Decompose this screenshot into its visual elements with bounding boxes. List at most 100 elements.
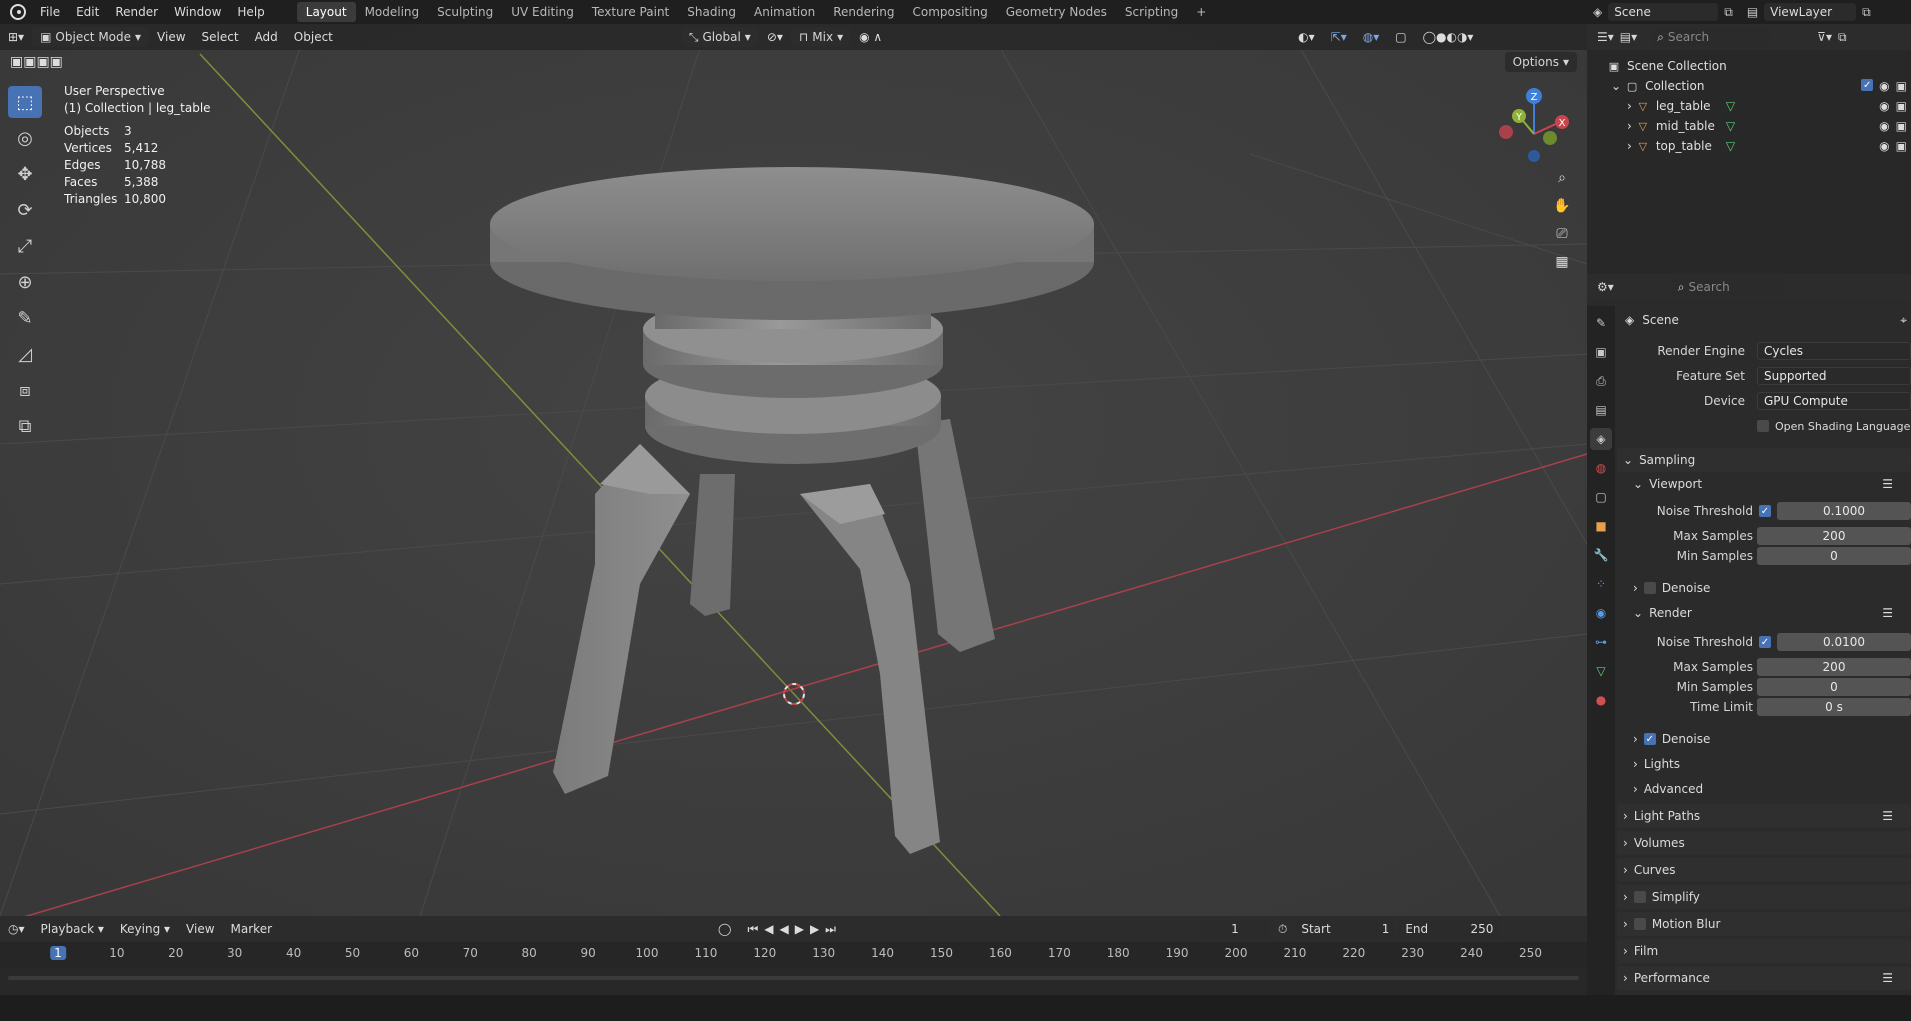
start-frame-field[interactable]: Start 1 <box>1295 920 1396 938</box>
menu-view-timeline[interactable]: View <box>178 922 222 936</box>
r-denoise-checkbox[interactable]: ✓ <box>1643 733 1656 745</box>
eye-icon[interactable]: ◉ <box>1879 79 1889 93</box>
ortho-grid-icon[interactable]: ▦ <box>1548 248 1576 276</box>
feature-set-dropdown[interactable]: Supported <box>1757 367 1911 385</box>
camera-view-icon[interactable]: ⎚ <box>1548 220 1576 248</box>
tab-geometry-nodes[interactable]: Geometry Nodes <box>997 2 1116 22</box>
end-frame-field[interactable]: End 250 <box>1399 920 1500 938</box>
menu-add[interactable]: Add <box>247 30 286 44</box>
viewlayer-selector[interactable]: ViewLayer <box>1764 3 1857 21</box>
editor-type-icon[interactable]: ⊞▾ <box>0 30 32 44</box>
tab-rendering[interactable]: Rendering <box>824 2 903 22</box>
particles-tab-icon[interactable]: ⁘ <box>1590 573 1612 595</box>
view-layer-tab-icon[interactable]: ▤ <box>1590 399 1612 421</box>
timeline-editor-icon[interactable]: ◷▾ <box>0 922 33 936</box>
filter-icon[interactable]: ⊽▾ <box>1817 30 1832 44</box>
list-icon[interactable]: ☰ <box>1882 809 1893 823</box>
advanced-subpanel[interactable]: › Advanced <box>1617 779 1911 799</box>
object-row[interactable]: › ▽ top_table ▽ ◉ ▣ <box>1587 136 1911 156</box>
annotate-icon[interactable]: ✎ <box>8 302 42 334</box>
osl-checkbox[interactable] <box>1757 420 1769 432</box>
tab-shading[interactable]: Shading <box>678 2 745 22</box>
playback-controls[interactable]: ⏮◀◀▶▶⏭ <box>739 922 850 937</box>
collection-row[interactable]: ⌄ ▢ Collection ✓ ◉ ▣ <box>1587 76 1911 96</box>
device-dropdown[interactable]: GPU Compute <box>1757 392 1911 410</box>
3d-viewport[interactable]: Z Y X ⊞▾ ▣ Object Mode ▾ View Select Add O… <box>0 24 1587 916</box>
menu-render[interactable]: Render <box>107 5 166 19</box>
outliner-editor-icon[interactable]: ☰▾ <box>1597 30 1614 44</box>
performance-panel[interactable]: › Performance ☰ <box>1617 966 1911 990</box>
vp-denoise-checkbox[interactable] <box>1643 582 1656 594</box>
time-limit-field[interactable]: 0 s <box>1757 698 1911 716</box>
motion-blur-panel[interactable]: › Motion Blur <box>1617 912 1911 936</box>
scene-selector[interactable]: Scene <box>1608 3 1719 21</box>
tab-sculpting[interactable]: Sculpting <box>428 2 502 22</box>
r-noise-threshold-checkbox[interactable]: ✓ <box>1759 636 1771 648</box>
rotate-icon[interactable]: ⟳ <box>8 194 42 226</box>
menu-playback[interactable]: Playback ▾ <box>33 922 112 936</box>
list-icon[interactable]: ☰ <box>1882 971 1893 985</box>
outliner-search[interactable]: ⌕ Search <box>1651 28 1772 46</box>
scene-collection-row[interactable]: ▣ Scene Collection <box>1587 56 1911 76</box>
extrude-icon[interactable]: ⧉ <box>8 410 42 442</box>
snap-selector[interactable]: ⊓ Mix ▾ <box>790 27 852 47</box>
simplify-panel[interactable]: › Simplify <box>1617 885 1911 909</box>
r-noise-threshold-field[interactable]: 0.0100 <box>1777 633 1911 651</box>
mode-selector[interactable]: ▣ Object Mode ▾ <box>32 27 150 47</box>
cursor-icon[interactable]: ◎ <box>8 122 42 154</box>
current-frame-marker[interactable]: 1 <box>50 946 66 960</box>
render-tab-icon[interactable]: ▣ <box>1590 341 1612 363</box>
vp-noise-threshold-checkbox[interactable]: ✓ <box>1759 505 1771 517</box>
viewport-subpanel-header[interactable]: ⌄ Viewport ☰ <box>1617 474 1911 494</box>
pin-icon[interactable]: ⌖ <box>1900 313 1907 328</box>
pan-hand-icon[interactable]: ✋ <box>1548 192 1576 220</box>
world-tab-icon[interactable]: ◍ <box>1590 457 1612 479</box>
light-paths-panel[interactable]: › Light Paths ☰ <box>1617 804 1911 828</box>
scale-icon[interactable]: ⤢ <box>8 230 42 262</box>
tab-texture-paint[interactable]: Texture Paint <box>583 2 678 22</box>
eye-icon[interactable]: ◉ <box>1879 139 1889 153</box>
vp-min-samples-field[interactable]: 0 <box>1757 547 1911 565</box>
film-panel[interactable]: › Film <box>1617 939 1911 963</box>
menu-object[interactable]: Object <box>286 30 341 44</box>
r-min-samples-field[interactable]: 0 <box>1757 678 1911 696</box>
proportional-edit-icon[interactable]: ◉ ∧ <box>851 30 890 44</box>
properties-editor-icon[interactable]: ⚙▾ <box>1597 280 1614 294</box>
simplify-checkbox[interactable] <box>1633 891 1646 903</box>
timeline-scrollbar[interactable] <box>8 976 1579 980</box>
physics-tab-icon[interactable]: ◉ <box>1590 602 1612 624</box>
menu-view[interactable]: View <box>149 30 193 44</box>
frame-ruler[interactable]: 1 10 20 30 40 50 60 70 80 90 100 110 120 130 140 150 160… <box>0 942 1587 968</box>
menu-select[interactable]: Select <box>194 30 247 44</box>
display-mode-icon[interactable]: ▤▾ <box>1620 30 1637 44</box>
menu-window[interactable]: Window <box>166 5 229 19</box>
measure-icon[interactable]: ◿ <box>8 338 42 370</box>
motion-blur-checkbox[interactable] <box>1633 918 1646 930</box>
modifier-tab-icon[interactable]: 🔧 <box>1590 544 1612 566</box>
r-max-samples-field[interactable]: 200 <box>1757 658 1911 676</box>
collection-tab-icon[interactable]: ▢ <box>1590 486 1612 508</box>
new-scene-icon[interactable]: ⧉ <box>1724 5 1733 20</box>
options-button[interactable]: Options ▾ <box>1504 52 1577 72</box>
camera-icon[interactable]: ▣ <box>1896 119 1907 133</box>
gizmo-toggle-icon[interactable]: ⇱▾ <box>1323 30 1355 44</box>
menu-marker[interactable]: Marker <box>223 922 280 936</box>
render-subpanel-header[interactable]: ⌄ Render ☰ <box>1617 603 1911 623</box>
tab-layout[interactable]: Layout <box>296 2 356 22</box>
select-box-icon[interactable]: ⬚ <box>8 86 42 118</box>
pivot-icon[interactable]: ⊘▾ <box>759 30 791 44</box>
shading-modes-icon[interactable]: ◯●◐◑▾ <box>1415 30 1482 44</box>
camera-icon[interactable]: ▣ <box>1896 79 1907 93</box>
tab-animation[interactable]: Animation <box>745 2 824 22</box>
new-viewlayer-icon[interactable]: ⧉ <box>1862 5 1871 20</box>
r-denoise-subpanel[interactable]: › ✓ Denoise <box>1617 729 1911 749</box>
eye-icon[interactable]: ◉ <box>1879 99 1889 113</box>
tab-modeling[interactable]: Modeling <box>356 2 429 22</box>
camera-icon[interactable]: ▣ <box>1896 139 1907 153</box>
osl-row[interactable]: Open Shading Language <box>1757 416 1911 436</box>
material-tab-icon[interactable]: ● <box>1590 689 1612 711</box>
viewport-scene[interactable]: Z Y X <box>0 24 1587 916</box>
list-icon[interactable]: ☰ <box>1882 606 1893 620</box>
current-frame-field[interactable]: 1 <box>1199 920 1270 938</box>
lights-subpanel[interactable]: › Lights <box>1617 754 1911 774</box>
